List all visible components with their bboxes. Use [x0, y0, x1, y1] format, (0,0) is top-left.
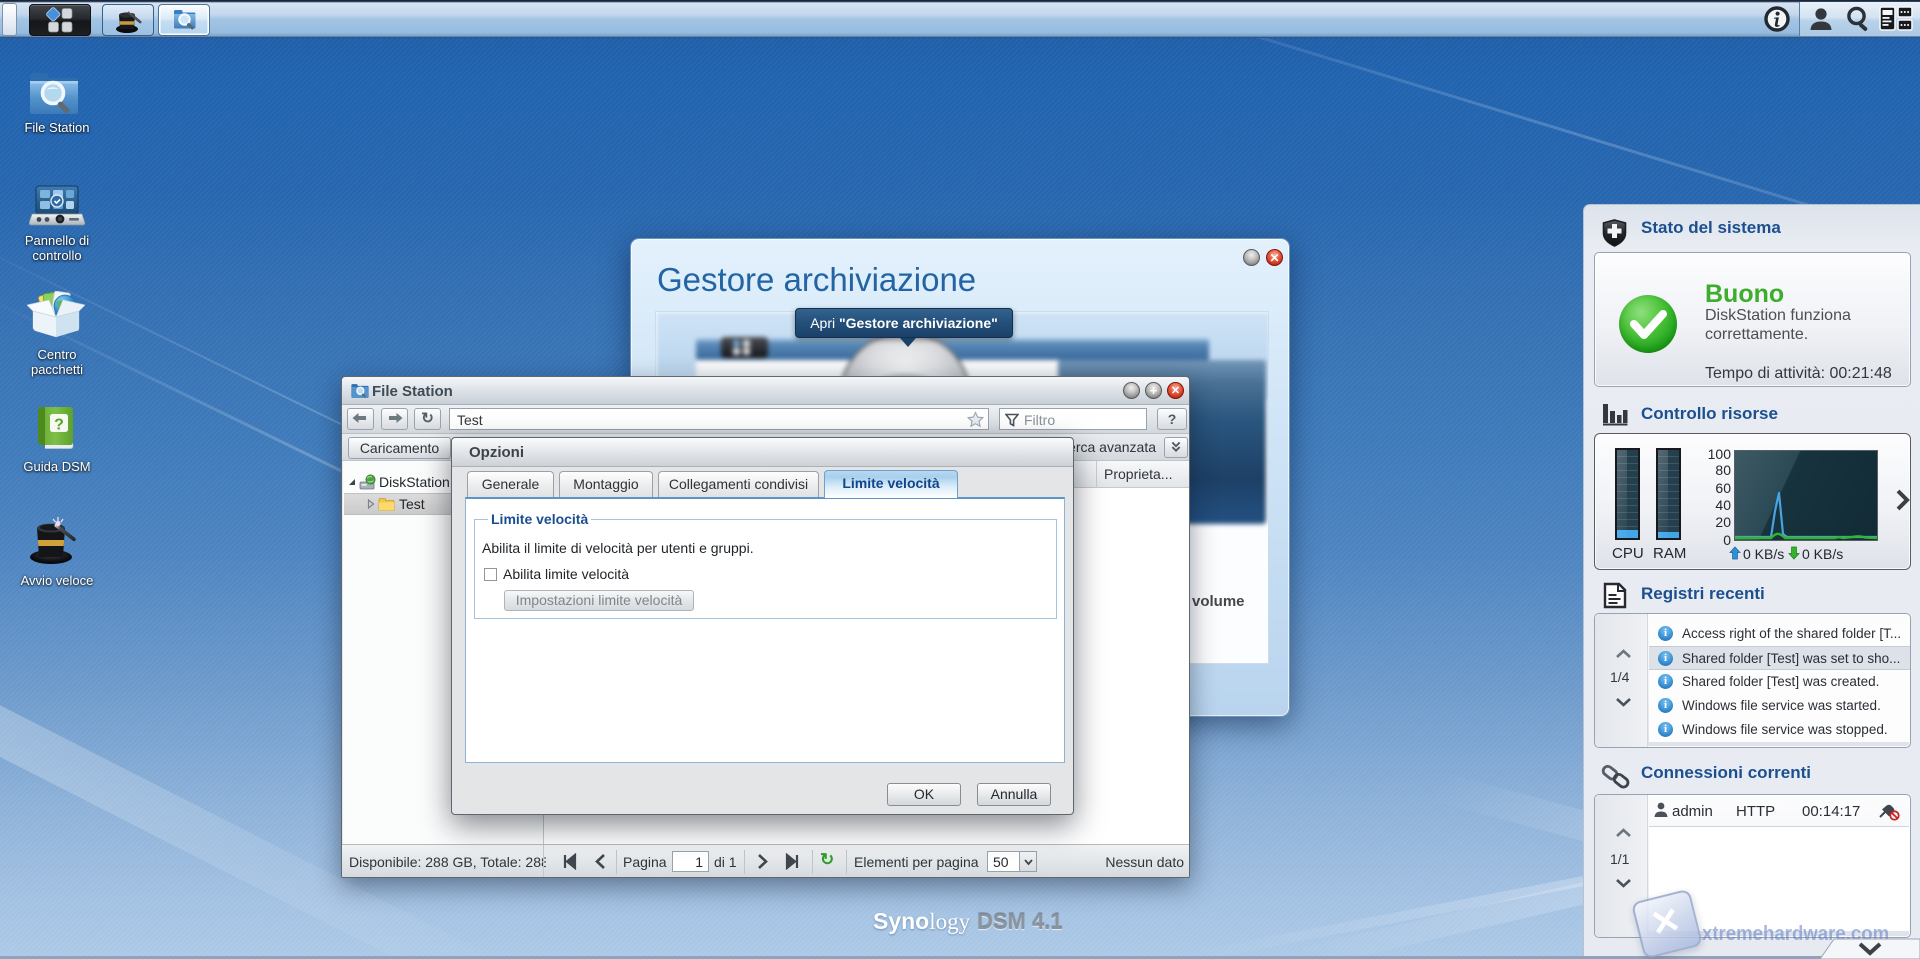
- svg-text:?: ?: [54, 417, 64, 434]
